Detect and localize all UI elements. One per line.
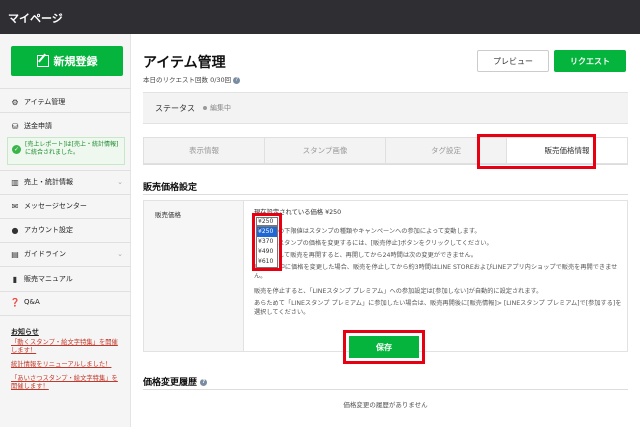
mail-icon: ✉ [11, 201, 19, 211]
sidebar-item-label: アイテム管理 [24, 98, 66, 106]
check-circle-icon: ✓ [12, 145, 21, 154]
sidebar-item-label: アカウント設定 [24, 226, 73, 234]
divider [143, 194, 628, 195]
request-quota: 本日のリクエスト回数 0/30回 ? [143, 74, 241, 84]
divider [0, 266, 131, 267]
history-title: 価格変更履歴 [143, 378, 198, 388]
sidebar-item-label: ガイドライン [24, 250, 66, 258]
sidebar: 新規登録 ⚙ アイテム管理 ⛁ 送金申請 ✓ [売上レポート]は[売上・統計情報… [0, 34, 131, 427]
sidebar-item-guidelines[interactable]: ▤ ガイドライン ⌄ [0, 249, 131, 259]
new-registration-button[interactable]: 新規登録 [11, 46, 123, 76]
gear-icon: ⚙ [11, 97, 19, 107]
app-title: マイページ [8, 12, 63, 25]
price-note: あらためて「LINEスタンプ プレミアム」に参加したい場合は、販売再開後に[販売… [254, 300, 622, 316]
book-icon: ▤ [11, 249, 19, 259]
bank-icon: ⛁ [11, 121, 19, 131]
sidebar-item-label: Q&A [24, 298, 40, 306]
info-alert: ✓ [売上レポート]は[売上・統計情報]に統合されました。 [7, 137, 125, 165]
chart-icon: ▥ [11, 177, 19, 187]
sidebar-item-qa[interactable]: ❓ Q&A [0, 297, 131, 307]
divider [0, 291, 131, 292]
tab-display-info[interactable]: 表示情報 [143, 137, 265, 164]
page-title: アイテム管理 [143, 55, 226, 71]
price-label: 販売価格 [144, 201, 244, 351]
help-icon[interactable]: ? [233, 76, 241, 84]
status-label: ステータス [155, 103, 195, 113]
sidebar-item-message-center[interactable]: ✉ メッセージセンター [0, 201, 131, 211]
alert-text[interactable]: [売上レポート]は[売上・統計情報]に統合されました。 [25, 141, 118, 156]
status-dot-icon [203, 106, 207, 110]
price-note: の下限値はスタンプの種類やキャンペーンへの参加によって変動します。 [278, 228, 481, 235]
price-note: スタンプの価格を変更するには、[販売停止]ボタンをクリックしてください。 [278, 240, 493, 247]
person-icon: ● [11, 225, 19, 235]
divider [0, 218, 131, 219]
chevron-down-icon: ⌄ [117, 250, 123, 258]
notice-link[interactable]: 「動くスタンプ・絵文字特集」を開催します！ [11, 339, 123, 355]
divider [0, 242, 131, 243]
status-box: ステータス 編集中 [143, 92, 628, 124]
divider [0, 170, 131, 171]
document-icon: ▮ [12, 274, 18, 284]
price-note: 販売停止中に価格を変更した場合、販売を停止してから約3時間はLINE STORE… [254, 264, 618, 280]
section-title-price: 販売価格設定 [143, 183, 198, 193]
chevron-down-icon: ⌄ [117, 178, 123, 186]
divider [0, 88, 131, 89]
tab-sticker-images[interactable]: スタンプ画像 [265, 137, 386, 164]
section-title-history: 価格変更履歴 ? [143, 375, 208, 388]
request-quota-text: 本日のリクエスト回数 0/30回 [143, 76, 232, 84]
sidebar-item-label: 送金申請 [24, 122, 52, 130]
edit-icon [36, 55, 49, 67]
notice-link[interactable]: 「あいさつスタンプ・絵文字特集」を開催します！ [11, 375, 123, 391]
request-button[interactable]: リクエスト [554, 50, 626, 72]
sidebar-item-remittance[interactable]: ⛁ 送金申請 [0, 121, 131, 131]
sidebar-item-account-settings[interactable]: ● アカウント設定 [0, 225, 131, 235]
sidebar-item-label: 売上・統計情報 [24, 178, 73, 186]
sidebar-item-sales-stats[interactable]: ▥ 売上・統計情報 ⌄ [0, 177, 131, 187]
price-note: して販売を再開すると、再開してから24時間は次の変更ができません。 [278, 252, 477, 259]
sidebar-item-sales-manual[interactable]: ▮ 販売マニュアル [0, 274, 131, 284]
dropdown-highlight-box [252, 213, 282, 271]
main-content: アイテム管理 本日のリクエスト回数 0/30回 ? プレビュー リクエスト ステ… [131, 34, 640, 427]
sidebar-item-item-management[interactable]: ⚙ アイテム管理 [0, 97, 131, 107]
history-empty-text: 価格変更の履歴がありません [343, 401, 428, 409]
new-registration-label: 新規登録 [53, 55, 98, 68]
top-bar: マイページ [0, 0, 640, 34]
tab-highlight-box [477, 134, 596, 169]
sidebar-item-label: 販売マニュアル [24, 275, 73, 283]
save-highlight-box [343, 330, 425, 364]
sidebar-item-label: メッセージセンター [24, 202, 87, 210]
divider [0, 315, 131, 316]
help-icon[interactable]: ? [200, 379, 208, 386]
divider [0, 112, 131, 113]
status-value: 編集中 [210, 104, 231, 112]
notice-title: お知らせ [11, 328, 39, 336]
notice-link[interactable]: 統計情報をリニューアルしました！ [11, 361, 123, 369]
preview-button[interactable]: プレビュー [477, 50, 549, 72]
divider [0, 194, 131, 195]
divider [143, 389, 628, 390]
question-icon: ❓ [10, 297, 20, 307]
price-note: 販売を停止すると、「LINEスタンプ プレミアム」への参加設定は[参加しない]が… [254, 288, 543, 295]
